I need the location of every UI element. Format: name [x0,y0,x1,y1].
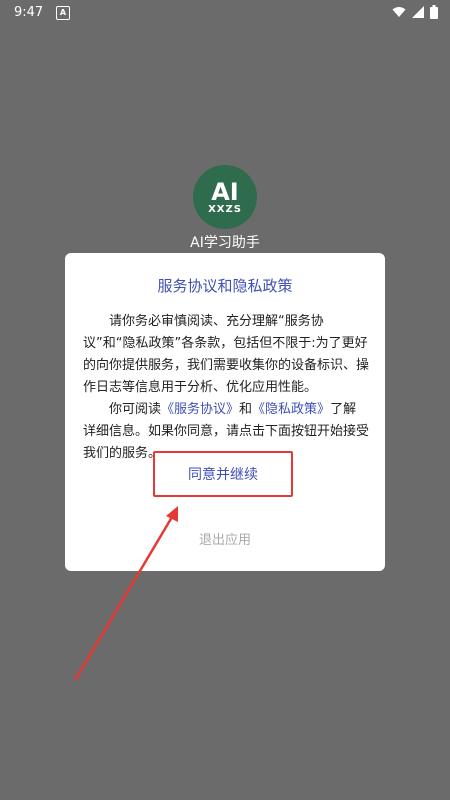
wifi-icon [392,7,406,17]
privacy-dialog: 服务协议和隐私政策 请你务必审慎阅读、充分理解“服务协议”和“隐私政策”各条款，… [65,253,385,571]
status-time: 9:47 [14,5,44,20]
agree-continue-button[interactable]: 同意并继续 [153,451,293,497]
para2-and: 和 [239,402,253,417]
exit-app-button[interactable]: 退出应用 [175,523,275,553]
signal-icon [412,6,424,18]
battery-icon [430,5,438,19]
service-agreement-link[interactable]: 《服务协议》 [161,402,239,417]
app-logo-subtext: XXZS [208,203,242,215]
notification-indicator-icon: A [56,6,70,20]
app-logo-text: AI [211,177,239,206]
para2-prefix: 你可阅读 [109,402,162,417]
app-logo: AI XXZS [193,165,257,229]
app-name: AI学习助手 [190,235,260,251]
privacy-policy-link[interactable]: 《隐私政策》 [252,402,330,417]
dialog-paragraph-1: 请你务必审慎阅读、充分理解“服务协议”和“隐私政策”各条款，包括但不限于:为了更… [83,314,370,395]
dialog-title: 服务协议和隐私政策 [157,277,293,295]
status-bar: 9:47 A [0,0,450,26]
dialog-body: 请你务必审慎阅读、充分理解“服务协议”和“隐私政策”各条款，包括但不限于:为了更… [83,311,369,465]
